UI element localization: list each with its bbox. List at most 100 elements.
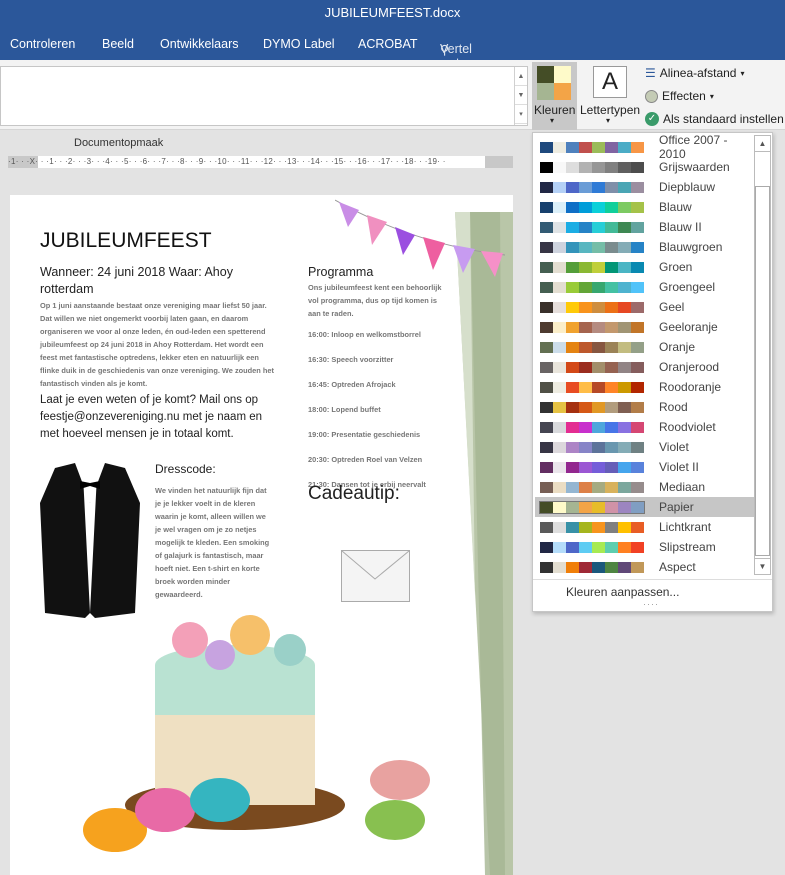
theme-option[interactable]: Blauwgroen <box>535 237 754 257</box>
scroll-up-icon[interactable]: ▲ <box>755 136 770 152</box>
color-swatch <box>592 461 605 473</box>
color-swatch <box>566 241 579 253</box>
color-swatch <box>618 381 631 393</box>
dropdown-scrollbar[interactable]: ▲ ▼ <box>754 135 771 575</box>
color-swatch <box>579 481 592 493</box>
theme-name: Papier <box>659 500 694 514</box>
theme-option[interactable]: Geel <box>535 297 754 317</box>
color-swatch <box>566 461 579 473</box>
color-swatch <box>553 381 566 393</box>
palette-swatches <box>539 461 645 474</box>
theme-name: Roodviolet <box>659 420 716 434</box>
theme-option[interactable]: Oranje <box>535 337 754 357</box>
rsvp-paragraph: Laat je even weten of je komt? Mail ons … <box>40 394 263 440</box>
tab-beeld[interactable]: Beeld <box>102 37 134 51</box>
color-swatch <box>618 561 631 573</box>
color-swatch <box>631 281 644 293</box>
color-swatch <box>631 521 644 533</box>
theme-option[interactable]: Lichtkrant <box>535 517 754 537</box>
gallery-down-icon[interactable]: ▼ <box>515 86 527 105</box>
color-swatch <box>631 381 644 393</box>
kleuren-button[interactable]: Kleuren ▾ <box>532 62 577 130</box>
color-swatch <box>553 441 566 453</box>
theme-option[interactable]: Roodviolet <box>535 417 754 437</box>
color-swatch <box>618 521 631 533</box>
color-swatch <box>540 261 553 273</box>
palette-swatches <box>539 541 645 554</box>
color-swatch <box>579 381 592 393</box>
palette-swatches <box>539 321 645 334</box>
color-swatch <box>605 421 618 433</box>
tab-dymo-label[interactable]: DYMO Label <box>263 37 335 51</box>
color-swatch <box>579 501 592 513</box>
theme-option[interactable]: Groengeel <box>535 277 754 297</box>
color-swatch <box>605 281 618 293</box>
color-swatch <box>592 361 605 373</box>
cadeautip-heading: Cadeautip: <box>308 483 400 504</box>
theme-name: Oranje <box>659 340 696 354</box>
document-title-heading: JUBILEUMFEEST <box>40 229 212 252</box>
color-swatch <box>592 321 605 333</box>
color-swatch <box>618 541 631 553</box>
theme-option[interactable]: Geeloranje <box>535 317 754 337</box>
lettertypen-icon[interactable]: A <box>593 66 627 98</box>
color-swatch <box>553 561 566 573</box>
gallery-up-icon[interactable]: ▲ <box>515 67 527 86</box>
theme-option[interactable]: Oranjerood <box>535 357 754 377</box>
color-swatch <box>592 441 605 453</box>
effecten-button[interactable]: Effecten ▾ <box>645 89 714 103</box>
document-page[interactable]: JUBILEUMFEEST Wanneer: 24 juni 2018 Waar… <box>10 195 513 875</box>
theme-option[interactable]: Office 2007 - 2010 <box>535 133 754 161</box>
theme-option[interactable]: Slipstream <box>535 537 754 557</box>
color-swatch <box>566 561 579 573</box>
color-swatch <box>553 361 566 373</box>
style-gallery[interactable]: ▲ ▼ ▾ <box>0 66 528 126</box>
group-label: Documentopmaak <box>74 137 164 149</box>
color-swatch <box>540 561 553 573</box>
als-standaard-button[interactable]: ✓ Als standaard instellen <box>645 112 784 126</box>
gallery-scrollbar[interactable]: ▲ ▼ ▾ <box>514 67 527 125</box>
scroll-down-icon[interactable]: ▼ <box>755 558 770 574</box>
theme-option[interactable]: Violet II <box>535 457 754 477</box>
theme-name: Violet II <box>659 460 699 474</box>
dresscode-text: We vinden het natuurlijk fijn dat je je … <box>155 486 270 599</box>
theme-name: Geel <box>659 300 685 314</box>
color-swatch <box>566 321 579 333</box>
theme-option[interactable]: Violet <box>535 437 754 457</box>
color-swatch <box>618 401 631 413</box>
alinea-afstand-button[interactable]: ☰ Alinea-afstand ▾ <box>645 66 745 80</box>
palette-swatches <box>539 181 645 194</box>
theme-option[interactable]: Aspect <box>535 557 754 577</box>
programma-item: 16:00: Inloop en welkomstborrel <box>308 330 421 339</box>
color-swatch <box>631 341 644 353</box>
color-swatch <box>631 201 644 213</box>
color-swatch <box>566 141 579 153</box>
horizontal-ruler[interactable]: ·1· · ·X· · ·1· · ·2· · ·3· · ·4· · ·5· … <box>8 156 513 168</box>
theme-option[interactable]: Grijswaarden <box>535 157 754 177</box>
theme-option[interactable]: Blauw <box>535 197 754 217</box>
theme-option[interactable]: Rood <box>535 397 754 417</box>
theme-option[interactable]: Diepblauw <box>535 177 754 197</box>
scroll-thumb[interactable] <box>755 186 770 556</box>
color-swatch <box>592 521 605 533</box>
resize-grip-icon[interactable]: ···· <box>643 599 659 609</box>
color-swatch <box>605 301 618 313</box>
palette-swatches <box>539 500 645 514</box>
tab-acrobat[interactable]: ACROBAT <box>358 37 418 51</box>
color-swatch <box>579 461 592 473</box>
theme-option[interactable]: Papier <box>535 497 754 517</box>
theme-option[interactable]: Roodoranje <box>535 377 754 397</box>
theme-option[interactable]: Mediaan <box>535 477 754 497</box>
color-swatch <box>618 421 631 433</box>
theme-name: Roodoranje <box>659 380 722 394</box>
color-swatch <box>566 381 579 393</box>
tab-controleren[interactable]: Controleren <box>10 37 75 51</box>
tab-ontwikkelaars[interactable]: Ontwikkelaars <box>160 37 239 51</box>
theme-option[interactable]: Blauw II <box>535 217 754 237</box>
lettertypen-button[interactable]: Lettertypen <box>580 103 640 117</box>
gallery-more-icon[interactable]: ▾ <box>515 105 527 124</box>
kleuren-aanpassen-button[interactable]: Kleuren aanpassen... <box>533 579 772 599</box>
color-swatch <box>618 141 631 153</box>
color-swatch <box>579 321 592 333</box>
theme-option[interactable]: Groen <box>535 257 754 277</box>
